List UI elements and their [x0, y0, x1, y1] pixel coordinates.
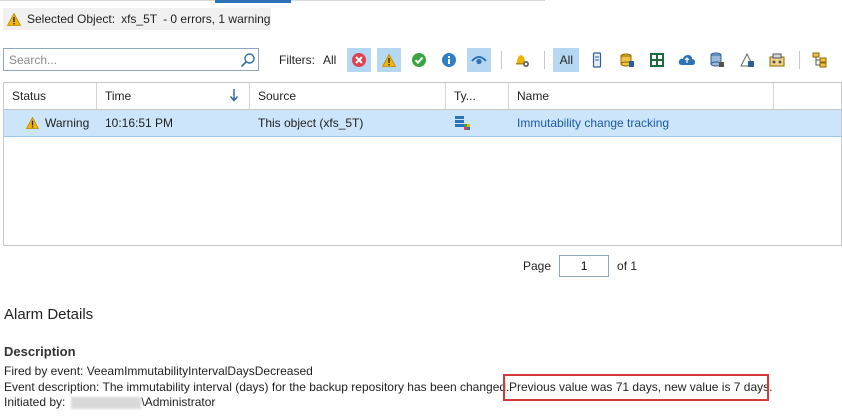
repository-type-icon — [455, 116, 470, 130]
filter-info-button[interactable] — [437, 48, 461, 72]
filter-toolbar: Filters: All All — [279, 46, 838, 74]
hierarchy-icon — [812, 52, 827, 68]
column-header-source[interactable]: Source — [250, 83, 446, 109]
selected-object-name: xfs_5T — [121, 12, 158, 26]
cell-type — [446, 110, 509, 136]
cell-time: 10:16:51 PM — [105, 116, 174, 130]
alarm-grid: Status Time Source Ty... Name Warning 10… — [3, 82, 842, 246]
redacted-domain — [71, 396, 142, 409]
initiated-by-label: Initiated by: — [4, 395, 66, 409]
highlight-box — [503, 374, 769, 401]
warning-icon — [7, 12, 21, 26]
filter-success-button[interactable] — [407, 48, 431, 72]
filters-label: Filters: — [279, 53, 315, 67]
filter-errors-button[interactable] — [347, 48, 372, 72]
bell-gear-icon — [516, 55, 530, 67]
search-box — [3, 48, 259, 71]
cell-name: Immutability change tracking — [517, 116, 670, 130]
initiated-by-line: Initiated by: \Administrator — [4, 395, 215, 409]
cloud-icon — [679, 55, 696, 65]
warning-icon — [382, 53, 397, 67]
toolbar-divider — [501, 51, 503, 69]
column-header-status[interactable]: Status — [4, 83, 97, 109]
filter-all-status[interactable]: All — [323, 53, 336, 67]
filter-alarm-settings-button[interactable] — [510, 48, 534, 72]
filter-hierarchy-button[interactable] — [808, 48, 832, 72]
filter-acknowledged-button[interactable] — [467, 48, 492, 72]
column-header-type[interactable]: Ty... — [446, 83, 509, 109]
filter-proxy-button[interactable] — [765, 48, 789, 72]
info-icon — [442, 53, 457, 67]
database-icon — [620, 53, 635, 67]
initiated-by-user: \Administrator — [141, 395, 216, 409]
fired-by-text: Fired by event: VeeamImmutabilityInterva… — [4, 364, 313, 378]
proxy-icon — [769, 53, 785, 67]
warning-icon — [26, 117, 39, 129]
tape-icon — [740, 52, 755, 67]
active-tab-indicator — [215, 0, 291, 3]
top-tab-strip — [0, 0, 545, 3]
description-heading: Description — [4, 344, 76, 359]
selected-object-label: Selected Object: — [27, 12, 116, 26]
page-number-input[interactable] — [559, 255, 610, 277]
cell-source: This object (xfs_5T) — [258, 116, 364, 130]
column-header-time-label: Time — [105, 89, 132, 103]
toolbar-divider — [799, 51, 801, 69]
selected-object-summary: - 0 errors, 1 warning — [163, 12, 271, 26]
selected-object-bar: Selected Object: xfs_5T - 0 errors, 1 wa… — [3, 8, 271, 30]
pager: Page of 1 — [523, 255, 637, 277]
filter-server-button[interactable] — [585, 48, 609, 72]
toolbar-divider — [544, 51, 546, 69]
page-count-label: of 1 — [617, 259, 638, 273]
filter-cloud-button[interactable] — [675, 48, 699, 72]
filter-tape-button[interactable] — [735, 48, 759, 72]
cell-status-label: Warning — [45, 116, 90, 130]
grid-header: Status Time Source Ty... Name — [4, 83, 841, 110]
sort-descending-icon — [229, 89, 239, 102]
filter-all-types-button[interactable]: All — [553, 48, 580, 72]
table-row[interactable]: Warning 10:16:51 PM This object (xfs_5T)… — [4, 110, 841, 137]
column-header-name[interactable]: Name — [509, 83, 774, 109]
visibility-icon — [471, 56, 488, 65]
cell-status: Warning — [4, 110, 97, 136]
column-header-time[interactable]: Time — [97, 83, 250, 109]
column-header-filler — [774, 83, 841, 109]
event-description-text: Event description: The immutability inte… — [4, 380, 510, 394]
filter-database-button[interactable] — [615, 48, 639, 72]
server-icon — [593, 52, 602, 68]
filter-warnings-button[interactable] — [377, 48, 402, 72]
alarm-details-heading: Alarm Details — [4, 306, 94, 323]
vm-icon — [650, 53, 665, 67]
page-label: Page — [523, 259, 552, 273]
search-icon[interactable] — [238, 50, 258, 70]
error-icon — [352, 53, 367, 67]
search-input[interactable] — [4, 49, 238, 70]
success-icon — [412, 53, 427, 67]
repository-icon — [710, 52, 725, 67]
filter-repository-button[interactable] — [705, 48, 729, 72]
filter-vm-button[interactable] — [645, 48, 669, 72]
